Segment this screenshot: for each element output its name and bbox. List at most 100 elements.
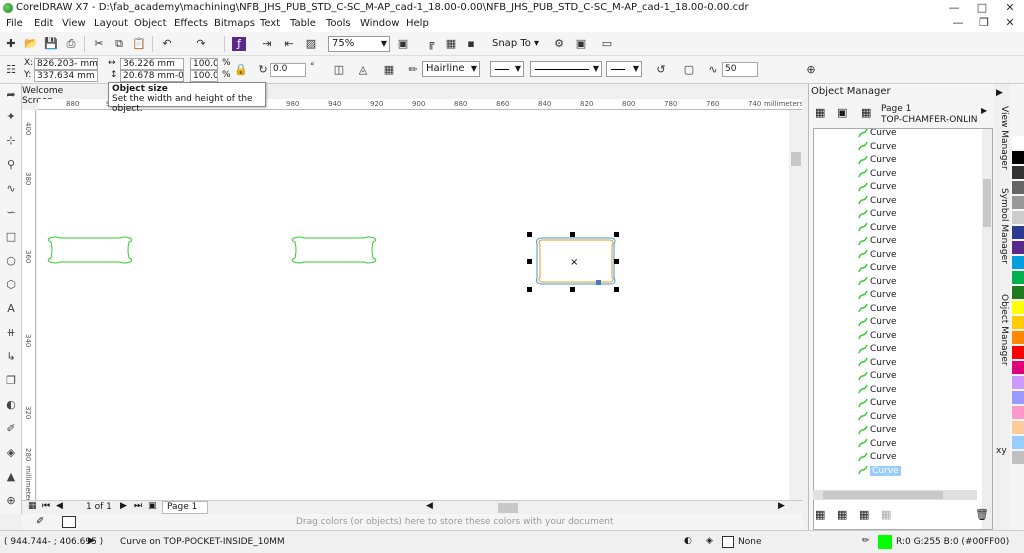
zoom-tool-icon[interactable]: ⚲ [4, 158, 18, 172]
tab-object-manager[interactable]: Object Manager [995, 294, 1009, 366]
om-scroll-thumb[interactable] [983, 179, 991, 227]
undo-icon[interactable]: ↶ [160, 37, 174, 51]
color-swatch[interactable] [1012, 301, 1024, 314]
publish-pdf-icon[interactable]: ▨ [304, 37, 318, 51]
list-item[interactable]: Curve [858, 343, 897, 356]
center-mark-icon[interactable]: × [570, 257, 578, 268]
doc-minimize-icon[interactable]: — [944, 16, 972, 29]
artistic-media-icon[interactable]: ∽ [4, 206, 18, 220]
x-position-field[interactable]: 826.203- mm [34, 58, 98, 70]
show-rulers-icon[interactable]: ╔ [424, 37, 438, 51]
list-item[interactable]: Curve [858, 262, 897, 275]
eyedropper-icon[interactable]: ✐ [36, 516, 44, 527]
list-item[interactable]: Curve [858, 129, 897, 140]
handle-top-middle[interactable] [570, 232, 575, 237]
line-style-dropdown[interactable]: ▼ [530, 61, 602, 77]
save-icon[interactable]: 💾 [44, 37, 58, 51]
end-arrowhead-dropdown[interactable]: ▼ [606, 61, 642, 77]
color-swatch[interactable] [1012, 406, 1024, 419]
canvas-vertical-scrollbar[interactable] [789, 110, 803, 500]
color-swatch[interactable] [1012, 196, 1024, 209]
mirror-horizontal-icon[interactable]: ◫ [332, 63, 346, 77]
menu-effects[interactable]: Effects [174, 18, 208, 29]
ellipse-tool-icon[interactable]: ○ [4, 254, 18, 268]
new-master-layer-odd-icon[interactable]: ▦ [881, 508, 891, 521]
color-swatch[interactable] [1012, 241, 1024, 254]
list-item[interactable]: Curve [858, 181, 897, 194]
menu-object[interactable]: Object [134, 18, 167, 29]
tab-view-manager[interactable]: View Manager [995, 106, 1009, 170]
object-manager-list[interactable]: Curve Curve Curve Curve Curve Curve Curve Curve… [813, 128, 993, 530]
color-swatch[interactable] [1012, 151, 1024, 164]
prev-page-icon[interactable]: ◀ [56, 501, 63, 511]
last-page-icon[interactable]: ⏭ [134, 501, 142, 511]
cut-icon[interactable]: ✂ [92, 37, 106, 51]
chamfer-curve-left[interactable] [47, 236, 133, 264]
minimize-icon[interactable]: — [940, 1, 968, 14]
add-tool-icon[interactable]: ⊕ [4, 494, 18, 508]
scale-height-field[interactable]: 100.0 [190, 70, 218, 82]
color-palette[interactable] [1010, 84, 1024, 530]
color-swatch[interactable] [1012, 451, 1024, 464]
show-grid-icon[interactable]: ▦ [444, 37, 458, 51]
document-palette[interactable]: ✐ Drag colors (or objects) here to store… [22, 514, 803, 530]
export-icon[interactable]: ⇤ [282, 37, 296, 51]
open-icon[interactable]: 📂 [24, 37, 38, 51]
list-item[interactable]: Curve [858, 289, 897, 302]
chamfer-curve-middle[interactable] [291, 236, 377, 264]
color-swatch[interactable] [1012, 361, 1024, 374]
menu-file[interactable]: File [6, 18, 23, 29]
search-content-icon[interactable]: ƒ [232, 37, 246, 51]
layer-manager-view-icon[interactable]: ▦ [815, 106, 825, 119]
handle-middle-left[interactable] [527, 259, 532, 264]
handle-middle-right[interactable] [614, 259, 619, 264]
docker-arrow-icon[interactable]: ▶ [996, 88, 1003, 98]
lock-ratio-icon[interactable]: 🔒 [234, 63, 248, 77]
new-layer-icon[interactable]: ▦ [815, 508, 825, 521]
scale-width-field[interactable]: 100.0 [190, 58, 218, 70]
no-color-swatch[interactable] [62, 516, 76, 528]
color-swatch[interactable] [1012, 421, 1024, 434]
object-origin-icon[interactable]: ☷ [4, 63, 18, 77]
freehand-tool-icon[interactable]: ∿ [4, 182, 18, 196]
menu-view[interactable]: View [62, 18, 86, 29]
object-properties-icon[interactable]: ▦ [861, 106, 871, 119]
color-swatch[interactable] [1012, 316, 1024, 329]
list-item[interactable]: Curve [858, 438, 897, 451]
color-swatch[interactable] [1012, 256, 1024, 269]
list-item[interactable]: Curve [858, 316, 897, 329]
redo-icon[interactable]: ↷ [194, 37, 208, 51]
rotation-field[interactable]: 0.0 [270, 63, 306, 77]
handle-top-right[interactable] [614, 232, 619, 237]
menu-window[interactable]: Window [360, 18, 399, 29]
close-curve-icon[interactable]: ↺ [654, 63, 668, 77]
menu-table[interactable]: Table [290, 18, 316, 29]
y-position-field[interactable]: 337.634 mm [34, 70, 98, 82]
rectangle-tool-icon[interactable]: □ [4, 230, 18, 244]
menu-bitmaps[interactable]: Bitmaps [214, 18, 255, 29]
list-item[interactable]: Curve [858, 141, 897, 154]
curve-smoothing-field[interactable]: 50 [722, 62, 758, 77]
new-icon[interactable]: ✚ [4, 37, 18, 51]
list-item[interactable]: Curve [858, 451, 897, 464]
parallel-dimension-icon[interactable]: ⧺ [4, 326, 18, 340]
menu-tools[interactable]: Tools [326, 18, 351, 29]
mirror-vertical-icon[interactable]: ◬ [356, 63, 370, 77]
doc-close-icon[interactable]: ✕ [996, 16, 1024, 29]
crop-tool-icon[interactable]: ⊹ [4, 134, 18, 148]
smart-fill-icon[interactable]: ▲ [4, 470, 18, 484]
scroll-thumb[interactable] [791, 152, 801, 166]
list-item[interactable]: Curve [858, 276, 897, 289]
xy-icon[interactable]: xy [996, 446, 1007, 456]
handle-top-left[interactable] [527, 232, 532, 237]
zoom-level-dropdown[interactable]: 75% ▼ [328, 36, 390, 52]
convert-to-curves-icon[interactable]: ▢ [682, 63, 696, 77]
color-swatch[interactable] [1012, 166, 1024, 179]
color-swatch[interactable] [1012, 226, 1024, 239]
new-master-layer-icon[interactable]: ▦ [837, 508, 847, 521]
color-swatch[interactable] [1012, 331, 1024, 344]
connector-tool-icon[interactable]: ↳ [4, 350, 18, 364]
tab-welcome-screen[interactable]: Welcome Screen [22, 86, 92, 106]
eyedropper-icon[interactable]: ✐ [4, 422, 18, 436]
list-item[interactable]: Curve [858, 397, 897, 410]
